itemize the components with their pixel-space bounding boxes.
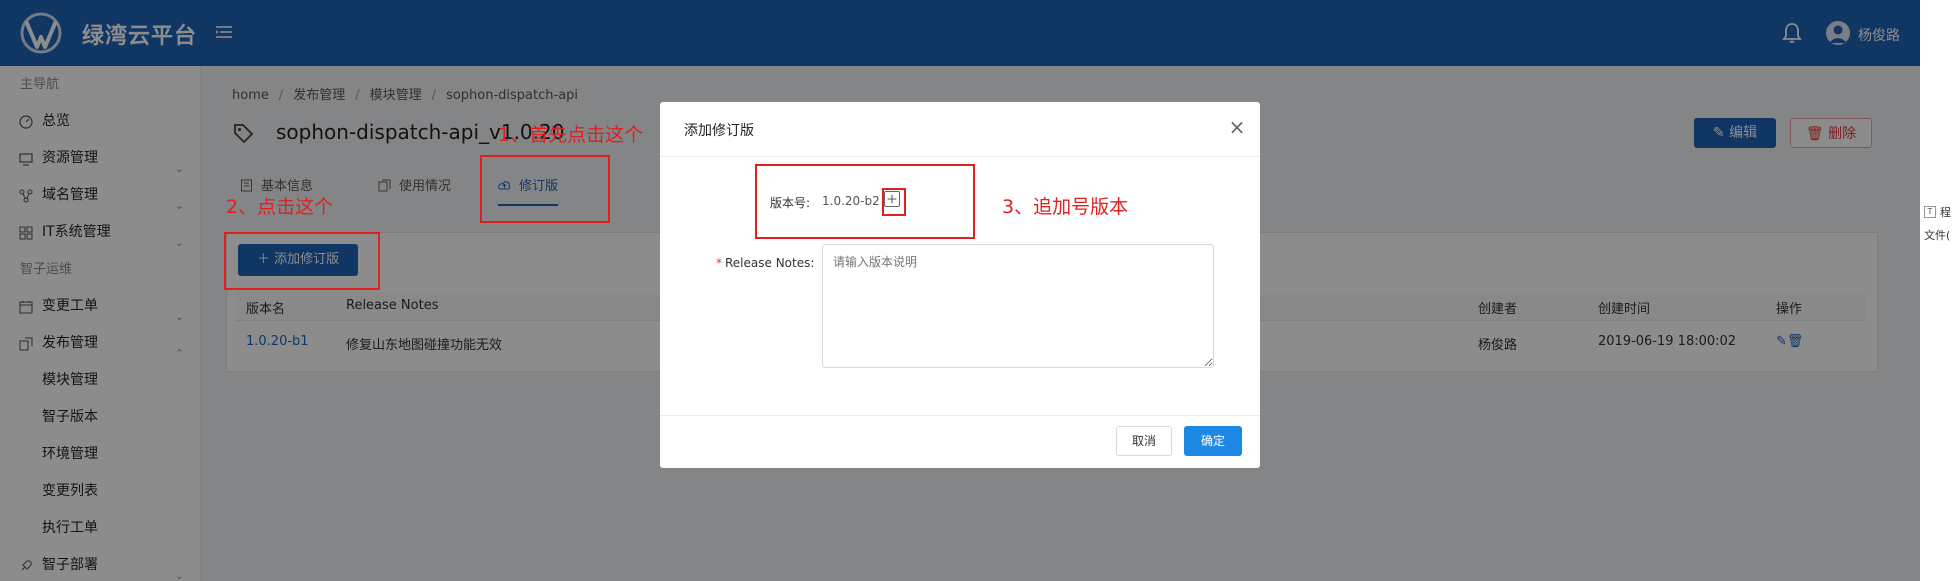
app-window: 绿湾云平台 杨俊路 主导航 总览 资源管理 ⌄ 域名管理 ⌄ IT系统管理 ⌄ … [0,0,1920,581]
text-icon: T [1924,206,1936,218]
release-notes-textarea[interactable] [822,244,1214,368]
strip-label: 程 [1940,206,1951,219]
cancel-button[interactable]: 取消 [1116,426,1172,456]
divider [660,415,1260,416]
release-notes-label-text: Release Notes: [725,256,815,270]
dialog-title: 添加修订版 [684,123,754,139]
add-revision-dialog: 添加修订版 × 版本号: 1.0.20-b2 *Release Notes: 取… [660,102,1260,468]
annotation-box-version [755,164,975,239]
adjacent-window-strip: T 程 文件( [1920,0,1955,581]
required-marker: * [716,256,722,270]
close-icon[interactable]: × [1226,116,1248,138]
strip-file-label: 文件( [1924,229,1951,242]
annotation-box-add-button [224,232,380,290]
annotation-box-plus [882,188,906,216]
annotation-box-revision-tab [480,155,610,223]
confirm-button[interactable]: 确定 [1184,426,1242,456]
annotation-step2: 2、点击这个 [226,196,334,218]
annotation-step3: 3、追加号版本 [1002,196,1129,218]
annotation-step1: 1、首先点击这个 [498,124,644,146]
divider [660,156,1260,157]
release-notes-label: * Release Notes: [716,256,814,270]
